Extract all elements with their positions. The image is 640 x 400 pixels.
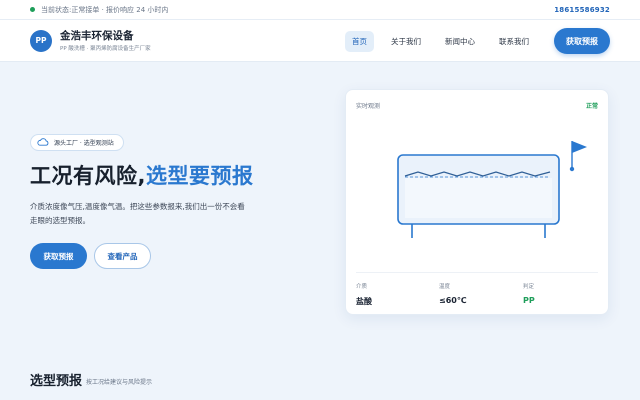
stat-medium-value: 盐酸 [356, 297, 372, 306]
get-forecast-button[interactable]: 获取预报 [30, 243, 87, 269]
status-dot-icon [30, 7, 35, 12]
stat-medium: 介质 盐酸 [356, 282, 372, 307]
hero-description: 介质浓度像气压,温度像气温。把这些参数报来,我们出一份不会看走眼的选型预报。 [30, 202, 245, 225]
site-header: PP 金浩丰环保设备 PP 酸洗槽 · 聚丙烯防腐设备生产厂家 首页 关于我们 … [0, 20, 640, 62]
hero-tag: 源头工厂 · 选型观测站 [30, 134, 124, 151]
get-forecast-nav-button[interactable]: 获取预报 [554, 28, 610, 54]
phone-number[interactable]: 18615586932 [554, 6, 610, 14]
main-nav: 首页 关于我们 新闻中心 联系我们 获取预报 [335, 20, 610, 62]
tank-illustration [397, 141, 587, 238]
nav-about[interactable]: 关于我们 [384, 31, 428, 52]
status-text: 当前状态:正常接单 · 报价响应 24 小时内 [41, 5, 169, 14]
cloud-icon [37, 137, 49, 148]
nav-news[interactable]: 新闻中心 [438, 31, 482, 52]
stat-verdict: 判定 PP [523, 282, 535, 305]
status-info: 当前状态:正常接单 · 报价响应 24 小时内 [30, 5, 168, 15]
nav-home[interactable]: 首页 [345, 30, 374, 52]
section-subtitle: 按工况给建议与风险提示 [86, 379, 153, 386]
tank-liquid [405, 178, 552, 218]
stat-temperature-value: ≤60℃ [439, 296, 467, 305]
hero-title: 工况有风险,选型要预报 [30, 160, 253, 190]
hero-tag-text: 源头工厂 · 选型观测站 [54, 140, 114, 147]
stat-medium-label: 介质 [356, 284, 368, 290]
hero-title-part2: 选型要预报 [145, 164, 254, 188]
brand-logo: PP [30, 29, 52, 52]
brand-subtitle: PP 酸洗槽 · 聚丙烯防腐设备生产厂家 [60, 45, 151, 52]
hero-title-part1: 工况有风险, [30, 164, 146, 188]
nav-contact[interactable]: 联系我们 [492, 31, 536, 52]
stat-verdict-value: PP [523, 296, 535, 305]
stat-temperature: 温度 ≤60℃ [439, 282, 467, 305]
flag-pole-base [569, 166, 575, 172]
brand-name: 金浩丰环保设备 [60, 29, 134, 42]
section-title: 选型预报 [30, 374, 83, 389]
flag-icon [572, 141, 587, 153]
brand[interactable]: PP 金浩丰环保设备 PP 酸洗槽 · 聚丙烯防腐设备生产厂家 [30, 29, 151, 52]
observation-card: 实时观测 正常 介质 盐酸 温度 ≤60℃ 判定 PP [345, 89, 609, 315]
stat-temperature-label: 温度 [439, 284, 451, 290]
card-divider [356, 272, 598, 273]
stat-verdict-label: 判定 [523, 284, 535, 290]
status-bar: 当前状态:正常接单 · 报价响应 24 小时内 18615586932 [0, 0, 640, 20]
view-products-button[interactable]: 查看产品 [94, 243, 151, 269]
